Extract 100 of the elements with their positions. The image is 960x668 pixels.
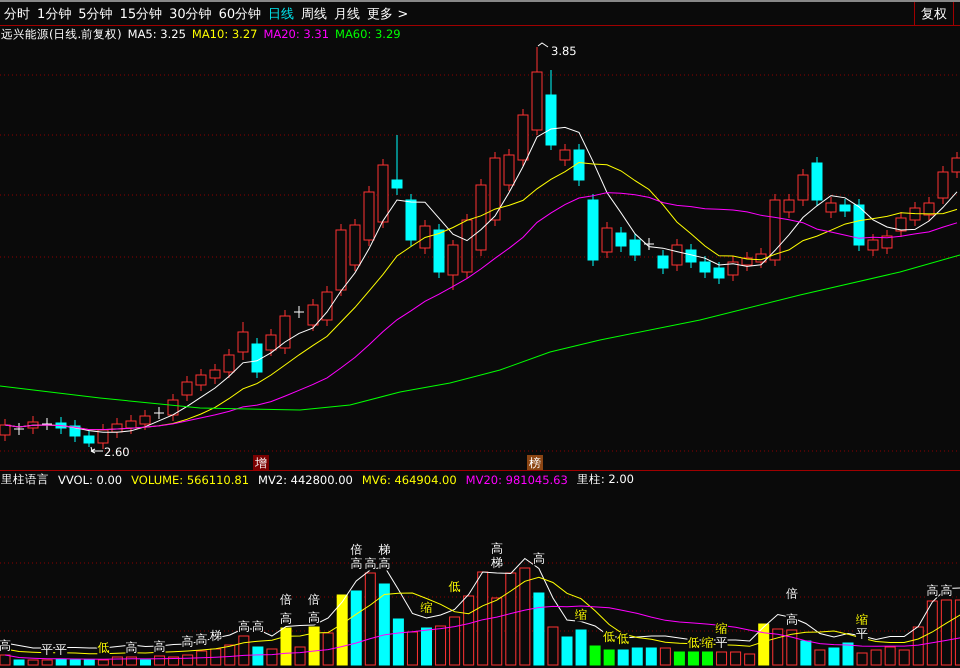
candlestick xyxy=(168,394,178,422)
volume-bar xyxy=(449,616,460,666)
legend-label: 里柱语言 xyxy=(1,472,49,487)
volume-bar xyxy=(168,656,180,666)
volume-signal-label: 高 xyxy=(252,619,264,634)
volume-bar xyxy=(940,600,952,666)
volume-signal-label: 高 xyxy=(280,611,292,626)
volume-bar xyxy=(562,636,572,666)
candlestick xyxy=(98,424,108,450)
legend-label: VOLUME: 566110.81 xyxy=(131,472,250,486)
candlestick xyxy=(574,144,584,186)
period-tab[interactable]: 30分钟 xyxy=(165,2,215,25)
candlestick xyxy=(224,348,234,378)
candlestick xyxy=(896,212,906,238)
candlestick xyxy=(56,416,66,434)
leader-line xyxy=(90,446,104,454)
period-tab[interactable]: 15分钟 xyxy=(116,2,166,25)
candlestick xyxy=(308,298,318,332)
high-price-label: 3.85 xyxy=(551,44,577,58)
legend-label: MV20: 981045.63 xyxy=(466,472,568,486)
period-tab[interactable]: 1分钟 xyxy=(33,2,74,25)
period-tab[interactable]: 分时 xyxy=(0,2,33,25)
candlestick xyxy=(126,414,136,434)
candlestick xyxy=(728,256,738,282)
volume-bar xyxy=(435,626,446,666)
candlestick xyxy=(658,250,668,274)
volume-bar xyxy=(392,618,404,666)
volume-signal-label: 高 xyxy=(196,632,208,646)
volume-bar xyxy=(154,656,166,666)
volume-bar xyxy=(842,642,854,666)
volume-bar xyxy=(758,624,770,666)
volume-bar xyxy=(576,630,587,666)
volume-signal-label: 高 xyxy=(350,556,362,570)
candlestick xyxy=(350,218,360,272)
period-tab[interactable]: 5分钟 xyxy=(74,2,116,25)
candlestick xyxy=(364,186,374,246)
volume-bar xyxy=(336,594,348,666)
candlestick xyxy=(294,306,304,318)
volume-bar xyxy=(786,630,798,666)
volume-signal-label: 低 xyxy=(448,579,461,594)
volume-signal-label: 高 xyxy=(308,610,320,624)
candlestick xyxy=(14,422,24,436)
period-tab[interactable]: 日线 xyxy=(264,2,298,25)
volume-signal-label: 高 xyxy=(182,634,194,648)
volume-signal-label: 低 xyxy=(617,631,630,646)
volume-signal-label: 高 xyxy=(125,640,138,654)
candlestick xyxy=(756,248,766,268)
volume-bar xyxy=(926,600,938,666)
candlestick xyxy=(518,108,528,166)
volume-bar xyxy=(14,660,25,666)
volume-bar xyxy=(898,650,910,666)
candlestick xyxy=(798,168,808,206)
volume-bar xyxy=(28,660,39,666)
volume-signal-label: 平 xyxy=(55,642,68,656)
volume-signal-label: 高 xyxy=(364,556,376,570)
volume-bar xyxy=(210,648,222,666)
candlestick xyxy=(322,286,332,326)
signal-tag: 榜 xyxy=(527,455,543,470)
candlestick xyxy=(140,410,150,430)
volume-bar xyxy=(224,644,236,666)
candlestick xyxy=(182,376,192,402)
candlestick xyxy=(210,364,220,384)
candlestick xyxy=(266,328,276,356)
volume-bar xyxy=(870,650,882,666)
volume-signal-label: 高 xyxy=(926,583,938,598)
volume-bar xyxy=(182,654,194,666)
candlestick xyxy=(924,196,934,222)
volume-signal-label: 高 xyxy=(490,541,503,556)
candlestick xyxy=(378,158,388,228)
candlestick xyxy=(686,244,696,268)
volume-signal-label: 平 xyxy=(41,642,54,656)
candlestick xyxy=(28,416,38,434)
candlestick xyxy=(602,222,612,258)
volume-bar xyxy=(744,654,756,666)
candlestick xyxy=(406,194,416,246)
volume-bar xyxy=(491,598,502,666)
volume-bar xyxy=(547,626,558,666)
candlestick xyxy=(742,252,752,272)
volume-signal-label: 平 xyxy=(856,626,868,640)
candlestick xyxy=(672,238,682,272)
volume-signal-label: 低 xyxy=(97,640,110,654)
period-tab[interactable]: 周线 xyxy=(297,2,330,25)
volume-bar xyxy=(660,648,671,666)
candlestick xyxy=(644,238,654,250)
candlestick xyxy=(630,234,640,262)
period-tab[interactable]: 更多 > xyxy=(363,2,412,25)
volume-signal-label: 梯 xyxy=(210,628,222,642)
volume-bar xyxy=(238,636,250,666)
volume-bar xyxy=(112,656,123,666)
volume-bar xyxy=(604,650,615,666)
candlestick xyxy=(910,202,920,226)
candlestick xyxy=(854,198,864,252)
legend-label: MV6: 464904.00 xyxy=(362,472,457,486)
volume-signal-label: 高 xyxy=(154,639,166,654)
period-tab[interactable]: 60分钟 xyxy=(214,2,264,25)
candlestick xyxy=(434,224,444,278)
adjust-button[interactable]: 复权 xyxy=(914,2,954,25)
candlestick xyxy=(448,240,458,290)
low-price-label: 2.60 xyxy=(104,445,130,459)
period-tab[interactable]: 月线 xyxy=(330,2,364,25)
